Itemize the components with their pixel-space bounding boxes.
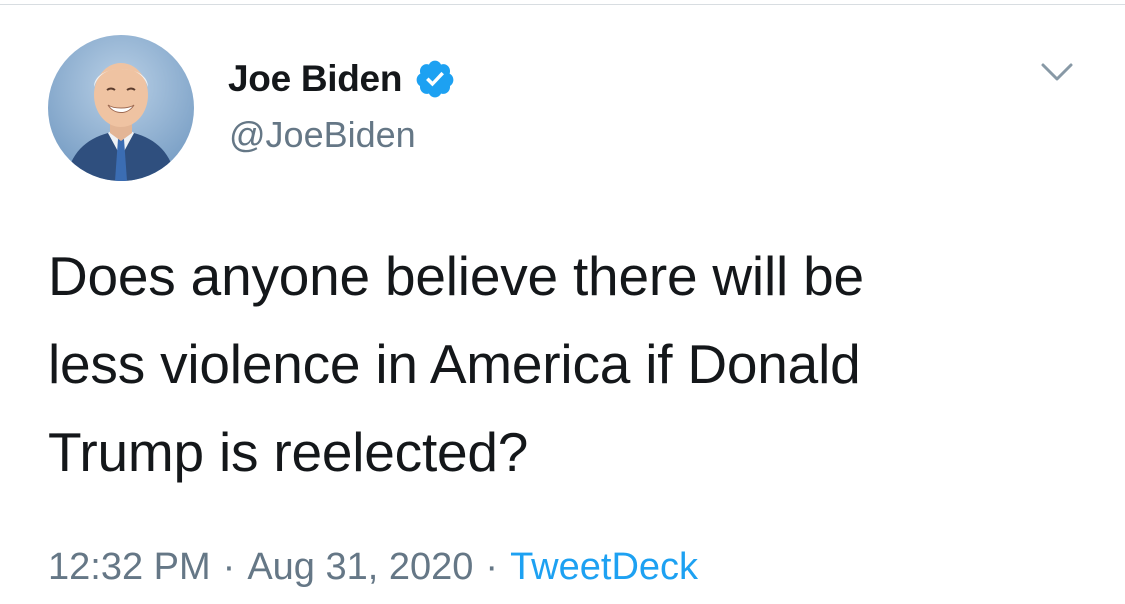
tweet-card: Joe Biden @JoeBiden Does anyone believe …: [0, 0, 1125, 604]
author-display-name[interactable]: Joe Biden: [228, 58, 402, 100]
avatar[interactable]: [48, 35, 194, 181]
tweet-source-link[interactable]: TweetDeck: [510, 546, 698, 588]
tweet-text-line: Trump is reelected?: [48, 421, 529, 483]
meta-separator: ·: [222, 546, 236, 588]
author-handle[interactable]: @JoeBiden: [229, 114, 416, 156]
chevron-down-icon[interactable]: [1040, 60, 1074, 84]
verified-badge-icon: [414, 58, 456, 100]
tweet-date[interactable]: Aug 31, 2020: [247, 546, 473, 588]
tweet-time[interactable]: 12:32 PM: [48, 546, 211, 588]
tweet-text: Does anyone believe there will be less v…: [48, 232, 1088, 496]
profile-photo: [48, 35, 194, 181]
tweet-text-line: Does anyone believe there will be: [48, 245, 864, 307]
tweet-meta: 12:32 PM · Aug 31, 2020 · TweetDeck: [48, 546, 698, 589]
meta-separator: ·: [485, 546, 499, 588]
author-row: Joe Biden: [228, 56, 456, 102]
tweet-text-line: less violence in America if Donald: [48, 333, 861, 395]
